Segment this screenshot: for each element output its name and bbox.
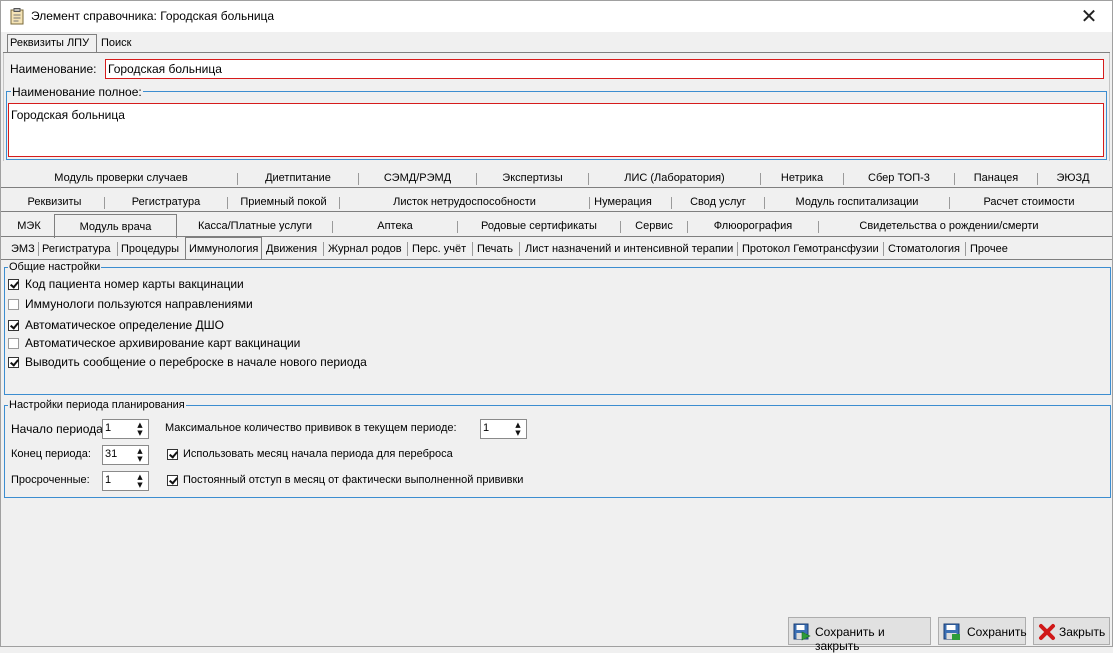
subtab-movements[interactable]: Движения — [266, 239, 317, 259]
tab-separator — [883, 242, 884, 256]
tab-separator — [38, 242, 39, 256]
subtab-prescriptions[interactable]: Лист назначений и интенсивной терапии — [525, 239, 733, 259]
subtab-immunology[interactable]: Иммунология — [185, 237, 262, 259]
overdue-spinner[interactable]: 1 ▲ ▼ — [102, 471, 149, 491]
save-label: Сохранить — [967, 625, 1027, 639]
fullname-label: Наименование полное: — [11, 85, 143, 99]
close-button[interactable]: Закрыть — [1033, 617, 1110, 645]
tab-row-divider — [1, 211, 1112, 212]
tab-row-3: МЭК Модуль врача Касса/Платные услуги Ап… — [1, 214, 1112, 238]
tab-separator — [117, 242, 118, 256]
general-settings-title: Общие настройки — [8, 261, 102, 273]
tab-birth-death-certificates[interactable]: Свидетельства о рождении/смерти — [819, 214, 1079, 238]
tab-row-divider — [1, 187, 1112, 188]
tab-separator — [965, 242, 966, 256]
checkbox-use-start-month[interactable] — [167, 449, 178, 460]
tab-cashier-paid-services[interactable]: Касса/Платные услуги — [178, 214, 332, 238]
max-vaccinations-label: Максимальное количество прививок в текущ… — [165, 422, 457, 434]
period-settings-title: Настройки периода планирования — [8, 399, 186, 411]
spinner-value: 31 — [105, 448, 118, 460]
dialog-window: Элемент справочника: Городская больница … — [0, 0, 1113, 653]
save-and-close-label: Сохранить и закрыть — [815, 625, 885, 653]
checkbox-immunologists-referrals[interactable] — [8, 299, 19, 310]
fullname-textarea[interactable]: Городская больница — [8, 103, 1104, 157]
save-icon — [943, 623, 960, 640]
period-start-label: Начало периода — [11, 422, 103, 436]
save-button[interactable]: Сохранить — [938, 617, 1027, 645]
red-x-icon — [1039, 624, 1055, 640]
tab-separator — [519, 242, 520, 256]
tab-fluorography[interactable]: Флюорография — [688, 214, 818, 238]
option-label: Автоматическое определение ДШО — [25, 318, 225, 332]
clipboard-icon — [10, 8, 24, 25]
subtab-dentistry[interactable]: Стоматология — [888, 239, 960, 259]
checkbox-constant-offset[interactable] — [167, 475, 178, 486]
subtab-print[interactable]: Печать — [477, 239, 513, 259]
save-and-close-button[interactable]: Сохранить и закрыть — [788, 617, 931, 653]
overdue-label: Просроченные: — [11, 474, 90, 486]
checkbox-auto-archive[interactable] — [8, 338, 19, 349]
subtab-divider — [1, 259, 1112, 260]
subtab-emz[interactable]: ЭМЗ — [11, 239, 35, 259]
title-bar[interactable]: Элемент справочника: Городская больница … — [1, 1, 1112, 32]
checkbox-auto-dsho[interactable] — [8, 320, 19, 331]
subtab-registry[interactable]: Регистратура — [42, 239, 110, 259]
tab-separator — [737, 242, 738, 256]
max-vaccinations-spinner[interactable]: 1 ▲ ▼ — [480, 419, 527, 439]
tab-service[interactable]: Сервис — [621, 214, 687, 238]
tab-doctor-module[interactable]: Модуль врача — [54, 214, 177, 238]
constant-offset-label: Постоянный отступ в месяц от фактически … — [183, 474, 524, 486]
spinner-arrows-icon[interactable]: ▲ ▼ — [133, 473, 147, 489]
tab-requisites-lpu[interactable]: Реквизиты ЛПУ — [7, 34, 97, 53]
subtab-birth-journal[interactable]: Журнал родов — [328, 239, 402, 259]
spinner-value: 1 — [483, 422, 490, 434]
spinner-arrows-icon[interactable]: ▲ ▼ — [511, 421, 525, 437]
subtab-personal-records[interactable]: Перс. учёт — [412, 239, 466, 259]
period-end-spinner[interactable]: 31 ▲ ▼ — [102, 445, 149, 465]
name-label: Наименование: — [10, 62, 97, 76]
close-label: Закрыть — [1059, 625, 1106, 639]
tab-search[interactable]: Поиск — [99, 35, 139, 53]
tab-separator — [472, 242, 473, 256]
checkbox-transfer-message[interactable] — [8, 357, 19, 368]
spinner-arrows-icon[interactable]: ▲ ▼ — [133, 447, 147, 463]
name-input[interactable]: Городская больница — [105, 59, 1104, 79]
subtab-other[interactable]: Прочее — [970, 239, 1008, 259]
tab-pharmacy[interactable]: Аптека — [333, 214, 457, 238]
spinner-value: 1 — [105, 474, 112, 486]
subtab-transfusion-protocol[interactable]: Протокол Гемотрансфузии — [742, 239, 879, 259]
option-label: Автоматическое архивирование карт вакцин… — [25, 336, 301, 350]
tab-row-divider — [1, 236, 1112, 237]
option-label: Код пациента номер карты вакцинации — [25, 277, 244, 291]
period-start-spinner[interactable]: 1 ▲ ▼ — [102, 419, 149, 439]
window-close-button[interactable]: ✕ — [1066, 1, 1112, 32]
tab-birth-certificates[interactable]: Родовые сертификаты — [458, 214, 620, 238]
period-end-label: Конец периода: — [11, 448, 91, 460]
option-label: Выводить сообщение о переброске в начале… — [25, 355, 367, 369]
save-close-icon — [793, 623, 811, 641]
tab-separator — [407, 242, 408, 256]
tab-separator — [323, 242, 324, 256]
use-start-month-label: Использовать месяц начала периода для пе… — [183, 448, 453, 460]
tab-mek[interactable]: МЭК — [5, 214, 53, 238]
checkbox-patient-code[interactable] — [8, 279, 19, 290]
close-icon: ✕ — [1080, 4, 1098, 28]
spinner-arrows-icon[interactable]: ▲ ▼ — [133, 421, 147, 437]
window-title: Элемент справочника: Городская больница — [31, 9, 275, 23]
spinner-value: 1 — [105, 422, 112, 434]
subtab-procedures[interactable]: Процедуры — [121, 239, 179, 259]
option-label: Иммунологи пользуются направлениями — [25, 297, 253, 311]
